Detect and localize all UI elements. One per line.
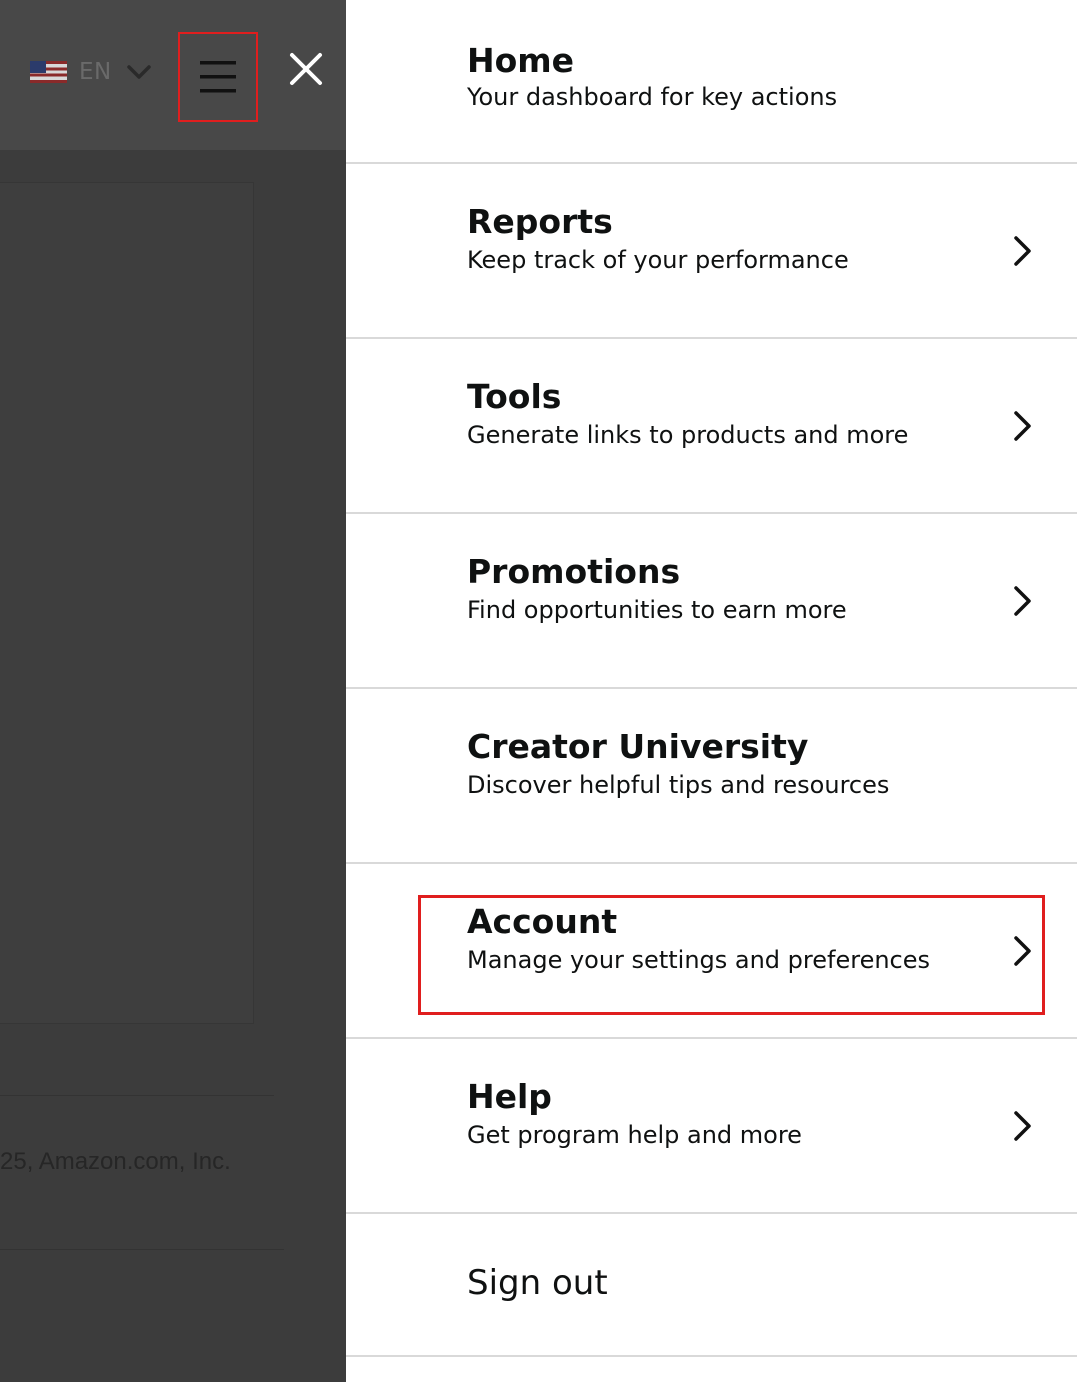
menu-item-title: Promotions: [467, 552, 681, 591]
menu-item-description: Discover helpful tips and resources: [467, 771, 890, 799]
chevron-down-icon: [127, 65, 151, 79]
menu-item-title: Home: [467, 41, 575, 80]
sign-out-button[interactable]: Sign out: [346, 1214, 1077, 1357]
chevron-right-icon: [1014, 1111, 1031, 1141]
footer-divider: [0, 1095, 274, 1096]
hamburger-menu-button[interactable]: [178, 32, 258, 122]
menu-item-description: Manage your settings and preferences: [467, 946, 931, 974]
menu-item-description: Find opportunities to earn more: [467, 596, 847, 624]
navigation-drawer: Home Your dashboard for key actions Repo…: [346, 0, 1077, 1382]
language-label: EN: [79, 59, 112, 85]
menu-item-tools[interactable]: Tools Generate links to products and mor…: [346, 339, 1077, 514]
menu-item-help[interactable]: Help Get program help and more: [346, 1039, 1077, 1214]
language-selector[interactable]: EN: [30, 54, 152, 90]
menu-item-account[interactable]: Account Manage your settings and prefere…: [346, 864, 1077, 1039]
menu-item-home[interactable]: Home Your dashboard for key actions: [346, 0, 1077, 164]
chevron-right-icon: [1014, 936, 1031, 966]
menu-item-reports[interactable]: Reports Keep track of your performance: [346, 164, 1077, 339]
top-header-bar: EN: [0, 0, 346, 150]
close-icon: [290, 53, 322, 85]
menu-item-description: Your dashboard for key actions: [467, 83, 838, 111]
chevron-right-icon: [1014, 586, 1031, 616]
close-menu-button[interactable]: [282, 45, 330, 93]
menu-item-description: Keep track of your performance: [467, 246, 849, 274]
chevron-right-icon: [1014, 411, 1031, 441]
dimmed-page-overlay[interactable]: EN 25, Amazon.com, Inc.: [0, 0, 346, 1382]
menu-item-promotions[interactable]: Promotions Find opportunities to earn mo…: [346, 514, 1077, 689]
hamburger-menu-icon: [200, 61, 236, 93]
footer-copyright: 25, Amazon.com, Inc.: [0, 1148, 231, 1175]
menu-item-title: Reports: [467, 202, 613, 241]
menu-item-title: Creator University: [467, 727, 809, 766]
footer-divider: [0, 1249, 284, 1250]
menu-item-description: Generate links to products and more: [467, 421, 909, 449]
background-content-card: [0, 182, 254, 1024]
menu-item-creator-university[interactable]: Creator University Discover helpful tips…: [346, 689, 1077, 864]
sign-out-label: Sign out: [467, 1263, 608, 1303]
us-flag-icon: [30, 61, 67, 83]
app-root: EN 25, Amazon.com, Inc. Home Your dashbo…: [0, 0, 1077, 1382]
menu-item-description: Get program help and more: [467, 1121, 802, 1149]
menu-item-title: Help: [467, 1077, 552, 1116]
menu-item-title: Tools: [467, 377, 562, 416]
chevron-right-icon: [1014, 236, 1031, 266]
menu-item-title: Account: [467, 902, 618, 941]
